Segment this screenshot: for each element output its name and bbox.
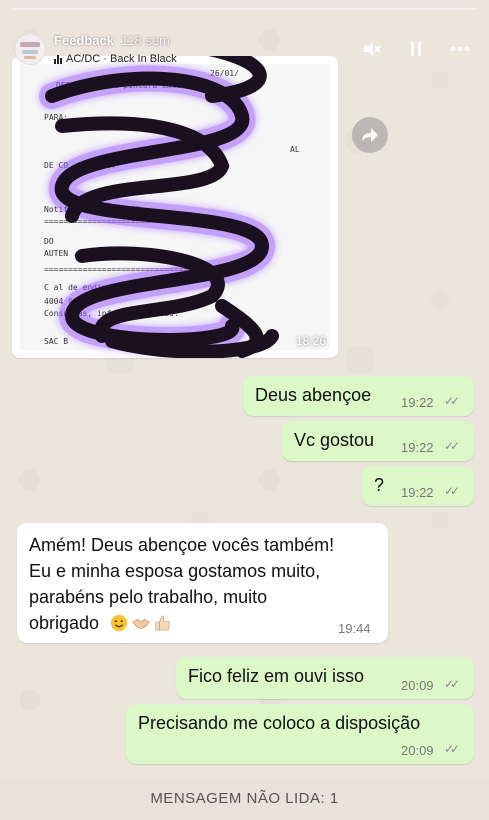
redaction-scribble — [39, 56, 279, 358]
outgoing-message[interactable]: Precisando me coloco a disposição 20:09 … — [126, 704, 474, 764]
message-text: Deus abençoe — [255, 385, 372, 405]
unread-messages-banner: MENSAGEM NÃO LIDA: 1 — [0, 780, 489, 820]
message-line-emoji: obrigado — [29, 610, 334, 636]
read-ticks-icon: ✓✓ — [444, 439, 460, 453]
message-time: 19:22 — [401, 395, 434, 410]
message-line: parabéns pelo trabalho, muito — [29, 587, 268, 607]
message-time: 19:44 — [338, 621, 371, 636]
message-time: 19:22 — [401, 440, 434, 455]
image-timestamp: 18:26 — [295, 334, 326, 348]
message-line: Eu e minha esposa gostamos muito, — [29, 561, 321, 581]
read-ticks-icon: ✓✓ — [444, 677, 460, 691]
story-controls — [361, 38, 471, 60]
message-text: Precisando me coloco a disposição — [138, 713, 421, 733]
outgoing-message[interactable]: Vc gostou 19:22 ✓✓ — [282, 421, 474, 461]
outgoing-message[interactable]: Deus abençoe 19:22 ✓✓ — [243, 376, 474, 416]
image-message[interactable]: 26/01/ DESCRICAO: da pintura externa PAR… — [12, 56, 338, 358]
message-text: Fico feliz em ouvi isso — [188, 666, 365, 686]
outgoing-message[interactable]: ? 19:22 ✓✓ — [362, 466, 474, 506]
outgoing-message[interactable]: Fico feliz em ouvi isso 20:09 ✓✓ — [176, 657, 474, 699]
music-label[interactable]: AC/DC · Back In Black — [54, 53, 177, 65]
incoming-message[interactable]: Amém! Deus abençoe vocês também! Eu e mi… — [17, 523, 388, 643]
more-button[interactable] — [449, 38, 471, 60]
message-text: ? — [374, 475, 385, 495]
wink-emoji-icon — [110, 614, 128, 632]
read-ticks-icon: ✓✓ — [444, 484, 460, 498]
message-time: 20:09 — [401, 678, 434, 693]
more-icon — [450, 46, 470, 52]
music-bars-icon — [54, 54, 62, 64]
read-ticks-icon: ✓✓ — [444, 394, 460, 408]
handshake-emoji-icon — [132, 618, 150, 629]
message-line: obrigado — [29, 613, 100, 633]
story-progress-bar — [12, 8, 477, 10]
music-title: AC/DC · Back In Black — [66, 53, 177, 65]
pause-button[interactable] — [405, 38, 427, 60]
story-user-name[interactable]: Feedback — [54, 33, 114, 48]
message-time: 20:09 — [401, 743, 434, 758]
mute-button[interactable] — [361, 38, 383, 60]
mute-icon — [364, 42, 381, 56]
thumbs-up-emoji-icon — [155, 615, 171, 631]
message-text: Amém! Deus abençoe vocês também! Eu e mi… — [29, 532, 334, 636]
message-time: 19:22 — [401, 485, 434, 500]
story-time-ago: 118 sem — [121, 33, 170, 48]
forward-button[interactable] — [352, 117, 388, 153]
forward-icon — [362, 128, 378, 142]
message-text: Vc gostou — [294, 430, 375, 450]
avatar[interactable] — [14, 33, 46, 65]
read-ticks-icon: ✓✓ — [444, 742, 460, 756]
message-line: Amém! Deus abençoe vocês também! — [29, 535, 335, 555]
pause-icon — [411, 42, 421, 56]
